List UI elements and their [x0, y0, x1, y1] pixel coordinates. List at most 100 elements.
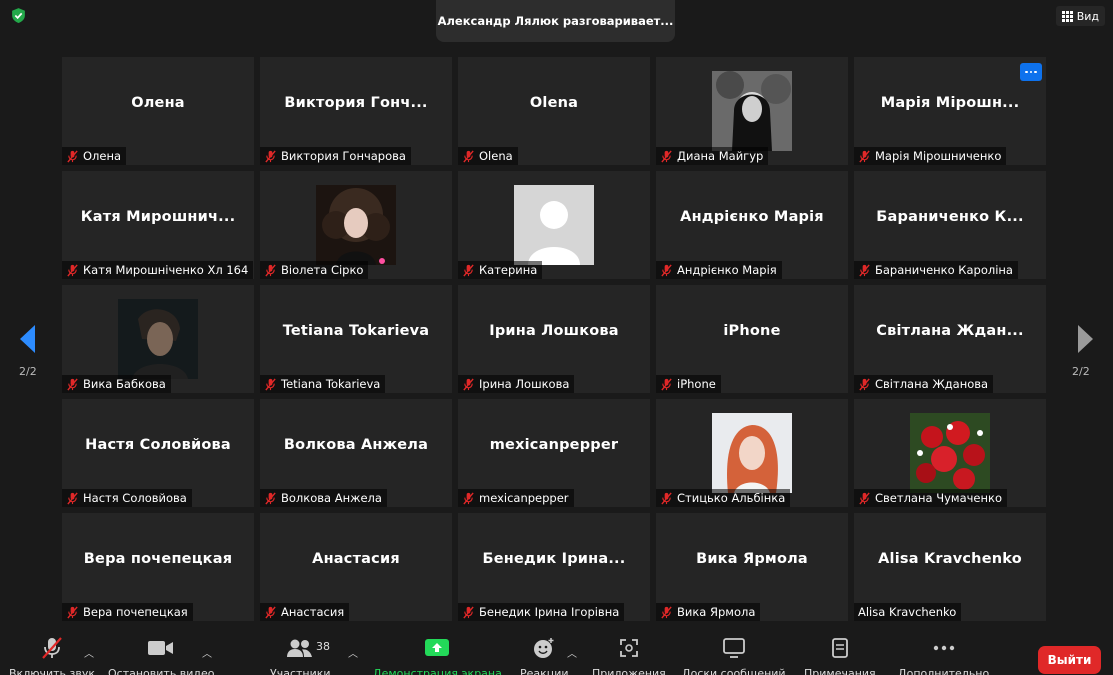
- participant-display-name: Андрієнко Марія: [680, 209, 824, 225]
- notes-button[interactable]: Примечания: [804, 637, 876, 675]
- reactions-options-caret-icon[interactable]: ︿: [567, 645, 577, 660]
- participant-tile[interactable]: Вера почепецкая Вера почепецкая: [62, 513, 254, 621]
- participant-name-label: Анастасия: [260, 603, 350, 621]
- share-screen-icon: [424, 637, 450, 659]
- participant-tile[interactable]: Віолета Сірко: [260, 171, 452, 279]
- participant-name: Бенедик Ірина Ігорівна: [479, 605, 620, 619]
- participant-name-label: Волкова Анжела: [260, 489, 387, 507]
- participant-display-name: Вика Ярмола: [696, 551, 808, 567]
- security-shield-icon[interactable]: [10, 7, 27, 24]
- participant-name: Вика Бабкова: [83, 377, 166, 391]
- video-options-caret-icon[interactable]: ︿: [202, 645, 212, 660]
- participant-tile[interactable]: Бенедик Ірина... Бенедик Ірина Ігорівна: [458, 513, 650, 621]
- participant-name: Alisa Kravchenko: [858, 605, 957, 619]
- participant-display-name: Ірина Лошкова: [489, 323, 619, 339]
- participant-avatar: [316, 185, 396, 265]
- participant-tile[interactable]: Світлана Ждан... Світлана Жданова: [854, 285, 1046, 393]
- tile-options-button[interactable]: [1020, 63, 1042, 81]
- participant-display-name: Вера почепецкая: [83, 551, 233, 567]
- muted-microphone-icon: [264, 263, 277, 277]
- participant-tile[interactable]: Alisa Kravchenko Alisa Kravchenko: [854, 513, 1046, 621]
- participant-tile[interactable]: Катя Мирошнич... Катя Мирошніченко Хл 164: [62, 171, 254, 279]
- participant-name-label: Марія Мірошниченко: [854, 147, 1007, 165]
- reactions-button[interactable]: Реакции: [520, 637, 569, 675]
- participant-name: Диана Майгур: [677, 149, 764, 163]
- participant-tile[interactable]: Олена Олена: [62, 57, 254, 165]
- participant-tile[interactable]: Андрієнко Марія Андрієнко Марія: [656, 171, 848, 279]
- stop-video-button[interactable]: Остановить видео: [108, 637, 215, 675]
- muted-microphone-icon: [858, 149, 871, 163]
- apps-icon: [618, 637, 640, 659]
- participant-tile[interactable]: Анастасия Анастасия: [260, 513, 452, 621]
- participant-display-name: Olena: [529, 95, 579, 111]
- unmute-button[interactable]: Включить звук: [9, 637, 95, 675]
- muted-microphone-icon: [462, 491, 475, 505]
- participant-name-label: Вера почепецкая: [62, 603, 193, 621]
- participant-name: Світлана Жданова: [875, 377, 989, 391]
- muted-microphone-icon: [858, 377, 871, 391]
- participant-name: mexicanpepper: [479, 491, 569, 505]
- participant-tile[interactable]: Olena Olena: [458, 57, 650, 165]
- more-dots-icon: [932, 637, 956, 659]
- participant-display-name: mexicanpepper: [489, 437, 619, 453]
- participant-tile[interactable]: Настя Соловйова Настя Соловйова: [62, 399, 254, 507]
- participant-tile[interactable]: Марія Мірошн... Марія Мірошниченко: [854, 57, 1046, 165]
- next-page-arrow-icon[interactable]: [1075, 324, 1095, 354]
- participant-avatar: [910, 413, 990, 493]
- participant-tile[interactable]: Бараниченко К... Бараниченко Кароліна: [854, 171, 1046, 279]
- audio-options-caret-icon[interactable]: ︿: [84, 645, 94, 660]
- grid-view-icon: [1061, 10, 1073, 22]
- participant-name: iPhone: [677, 377, 716, 391]
- participant-tile[interactable]: Светлана Чумаченко: [854, 399, 1046, 507]
- participant-name: Ірина Лошкова: [479, 377, 570, 391]
- muted-microphone-icon: [39, 637, 65, 659]
- participant-display-name: iPhone: [723, 323, 781, 339]
- participant-tile[interactable]: Ірина Лошкова Ірина Лошкова: [458, 285, 650, 393]
- muted-microphone-icon: [858, 491, 871, 505]
- participants-count: 38: [316, 640, 330, 653]
- participant-tile[interactable]: Катерина: [458, 171, 650, 279]
- participant-name-label: iPhone: [656, 375, 721, 393]
- participant-name-label: mexicanpepper: [458, 489, 574, 507]
- participant-name-label: Бараниченко Кароліна: [854, 261, 1018, 279]
- participants-options-caret-icon[interactable]: ︿: [348, 645, 358, 660]
- view-button[interactable]: Вид: [1055, 6, 1105, 26]
- participant-name-label: Стицько Альбінка: [656, 489, 791, 507]
- participant-name: Виктория Гончарова: [281, 149, 406, 163]
- participant-tile[interactable]: Волкова Анжела Волкова Анжела: [260, 399, 452, 507]
- participant-tile[interactable]: Вика Бабкова: [62, 285, 254, 393]
- whiteboards-button[interactable]: Доски сообщений: [682, 637, 786, 675]
- participant-display-name: Виктория Гонч...: [284, 95, 428, 111]
- participant-tile[interactable]: Стицько Альбінка: [656, 399, 848, 507]
- participant-name: Tetiana Tokarieva: [281, 377, 381, 391]
- muted-microphone-icon: [462, 605, 475, 619]
- participant-name-label: Ірина Лошкова: [458, 375, 575, 393]
- previous-page-arrow-icon[interactable]: [18, 324, 38, 354]
- leave-meeting-button[interactable]: Выйти: [1038, 646, 1101, 674]
- video-camera-icon: [147, 637, 175, 659]
- participant-name-label: Виктория Гончарова: [260, 147, 411, 165]
- muted-microphone-icon: [660, 377, 673, 391]
- reactions-smiley-icon: [532, 637, 556, 659]
- muted-microphone-icon: [66, 377, 79, 391]
- muted-microphone-icon: [462, 149, 475, 163]
- participant-name: Вера почепецкая: [83, 605, 188, 619]
- participant-name: Віолета Сірко: [281, 263, 364, 277]
- participant-name: Вика Ярмола: [677, 605, 756, 619]
- participants-icon: [285, 637, 315, 659]
- share-screen-button[interactable]: Демонстрация экрана: [373, 637, 502, 675]
- apps-button[interactable]: Приложения: [592, 637, 666, 675]
- more-button[interactable]: Дополнительно: [898, 637, 989, 675]
- whiteboard-icon: [722, 637, 746, 659]
- participant-tile[interactable]: Виктория Гонч... Виктория Гончарова: [260, 57, 452, 165]
- participant-tile[interactable]: iPhone iPhone: [656, 285, 848, 393]
- participant-tile[interactable]: Tetiana Tokarieva Tetiana Tokarieva: [260, 285, 452, 393]
- participant-avatar: [514, 185, 594, 265]
- view-label: Вид: [1076, 9, 1099, 23]
- participant-name-label: Катя Мирошніченко Хл 164: [62, 261, 254, 279]
- muted-microphone-icon: [66, 149, 79, 163]
- participant-tile[interactable]: mexicanpepper mexicanpepper: [458, 399, 650, 507]
- participant-tile[interactable]: Вика Ярмола Вика Ярмола: [656, 513, 848, 621]
- active-speaker-text: Александр Лялюк разговаривает...: [437, 14, 674, 28]
- participant-tile[interactable]: Диана Майгур: [656, 57, 848, 165]
